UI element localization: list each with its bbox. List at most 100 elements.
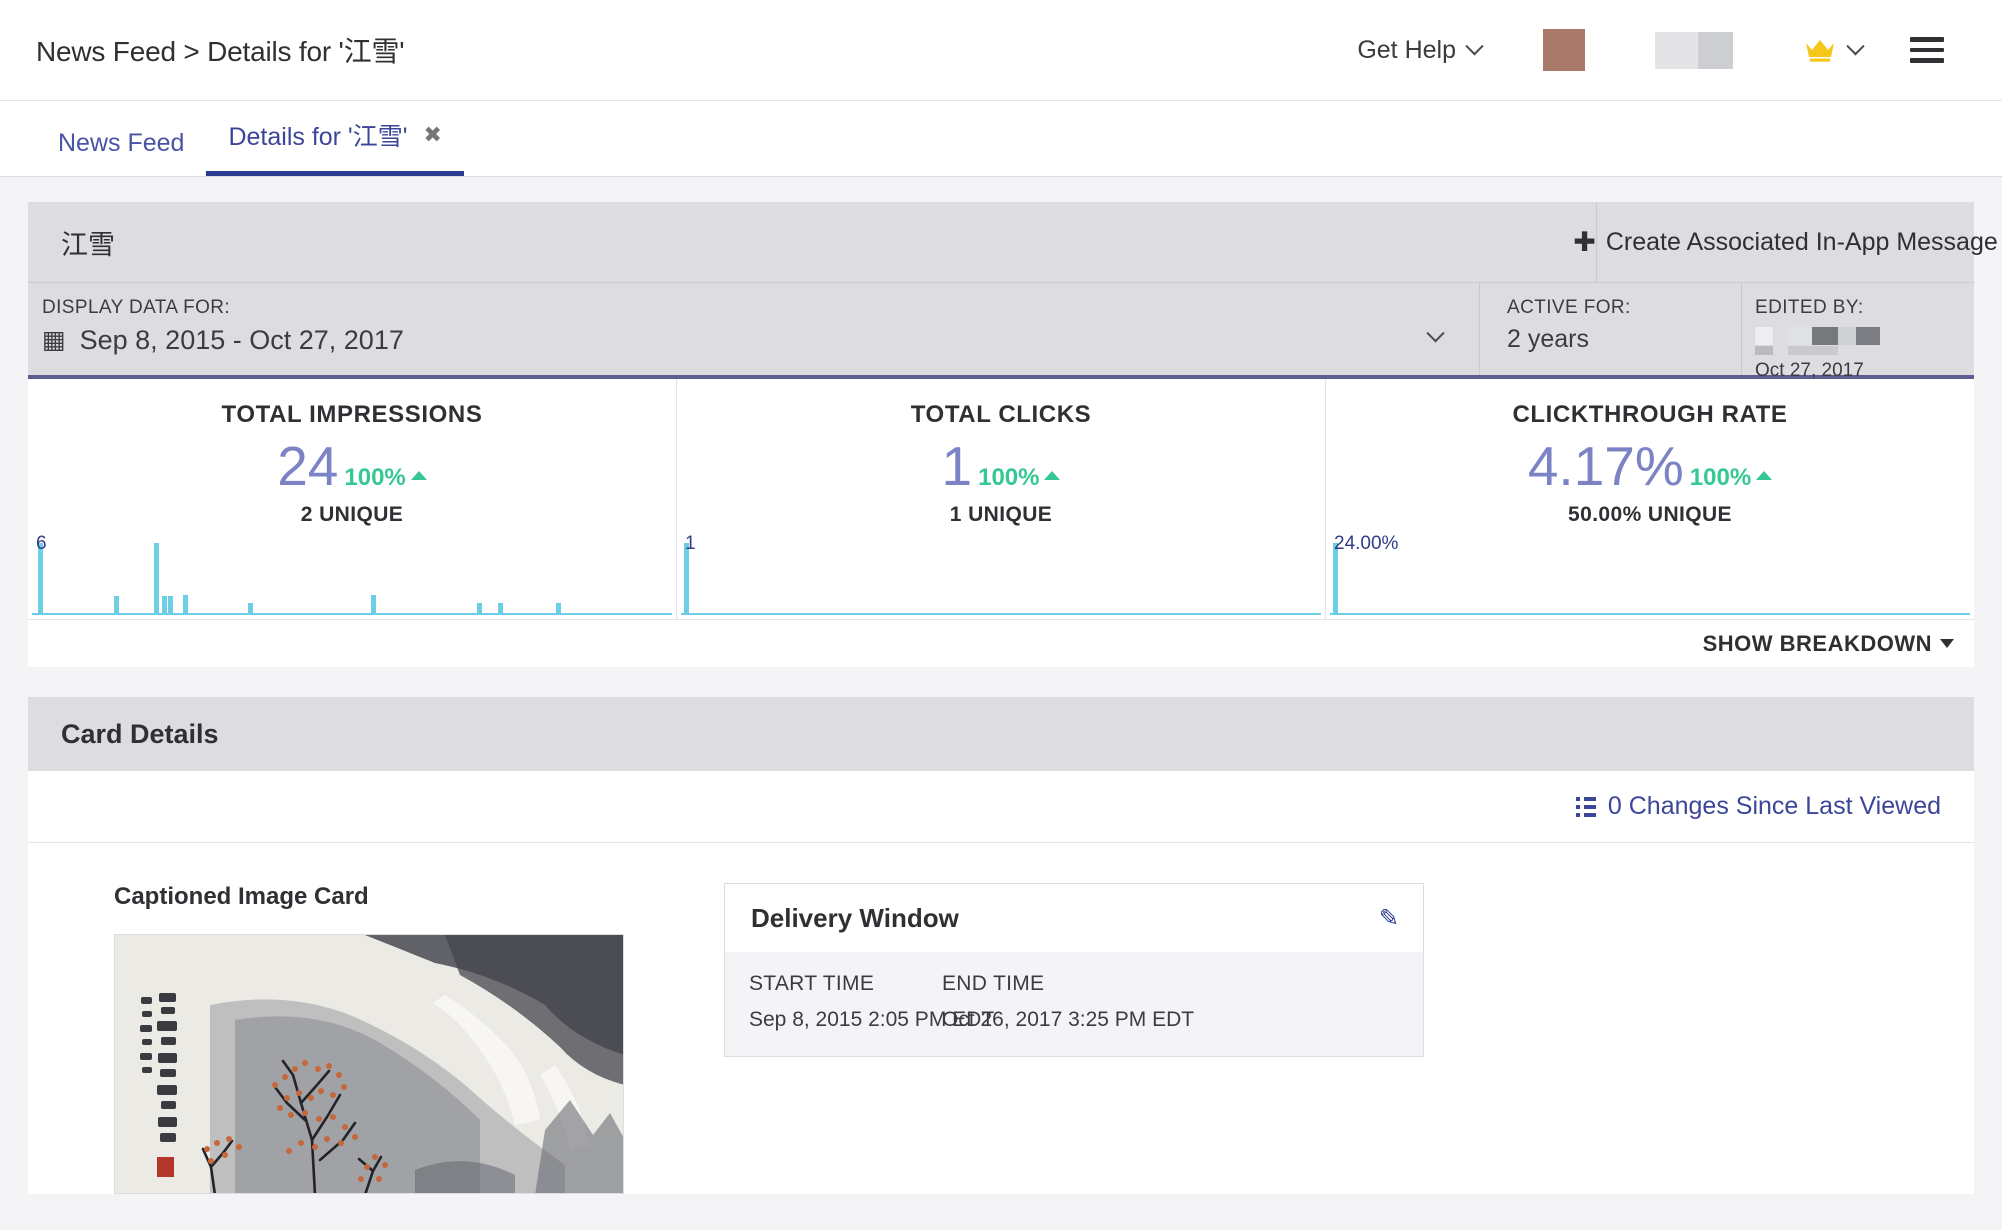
delivery-window-header: Delivery Window ✎ — [725, 884, 1423, 952]
edited-by-block: EDITED BY: Oct 27, 2017 — [1742, 283, 1974, 381]
metric-subtext: 2 UNIQUE — [300, 503, 404, 526]
page-body: 江雪 ✚ Create Associated In-App Message DI… — [0, 177, 2002, 1230]
calendar-icon: ▦ — [42, 326, 66, 354]
delivery-window-title: Delivery Window — [751, 902, 959, 933]
chevron-down-icon — [1846, 36, 1865, 55]
metric-total-clicks: TOTAL CLICKS 1 100% 1 UNIQUE — [677, 379, 1326, 531]
date-range-value: Sep 8, 2015 - Oct 27, 2017 — [79, 325, 404, 355]
card-type-label: Captioned Image Card — [114, 883, 369, 910]
plus-icon: ✚ — [1573, 226, 1596, 257]
active-for-block: ACTIVE FOR: 2 years — [1480, 283, 1742, 375]
show-breakdown-button[interactable]: SHOW BREAKDOWN — [1703, 631, 1954, 657]
metric-delta-value: 100% — [344, 464, 406, 491]
redacted-segment-2 — [1698, 31, 1733, 69]
close-icon[interactable]: ✖ — [423, 122, 441, 148]
metric-delta-value: 100% — [1689, 464, 1752, 491]
delivery-window-table: START TIME Sep 8, 2015 2:05 PM EDT END T… — [725, 952, 1423, 1056]
display-data-for-label: DISPLAY DATA FOR: — [42, 297, 231, 318]
caret-up-icon — [1756, 470, 1773, 480]
create-associated-label: Create Associated In-App Message — [1605, 227, 1998, 256]
sparkline-bar — [153, 543, 159, 615]
list-icon — [1575, 796, 1596, 817]
metrics-row: TOTAL IMPRESSIONS 24 100% 2 UNIQUE TOTAL… — [28, 379, 1974, 531]
card-details-body: Captioned Image Card Delivery Window ✎ S… — [28, 843, 1974, 1194]
hamburger-menu-icon[interactable] — [1910, 37, 1944, 63]
sparkline-ctr: 24.00% — [1326, 531, 1974, 619]
changes-since-last-viewed-link[interactable]: 0 Changes Since Last Viewed — [1575, 792, 1941, 821]
tab-label: News Feed — [58, 129, 185, 157]
redacted-editor-name — [1755, 327, 1905, 355]
hamburger-line — [1910, 47, 1944, 53]
sparkline-max-label: 1 — [685, 533, 696, 554]
redacted-segment-1 — [1655, 31, 1698, 69]
metric-delta-value: 100% — [978, 464, 1040, 491]
start-time-value: Sep 8, 2015 2:05 PM EDT — [749, 1008, 995, 1031]
metric-title: CLICKTHROUGH RATE — [1512, 401, 1788, 428]
edit-pencil-icon[interactable]: ✎ — [1379, 904, 1399, 933]
sparkline-axis — [1330, 613, 1970, 615]
sparkline-axis — [32, 613, 672, 615]
top-bar: News Feed > Details for '江雪' Get Help — [0, 0, 2002, 101]
card-details-heading: Card Details — [28, 697, 1974, 771]
metric-total-impressions: TOTAL IMPRESSIONS 24 100% 2 UNIQUE — [28, 379, 677, 531]
metric-value-row: 24 100% — [277, 439, 427, 494]
active-for-label: ACTIVE FOR: — [1507, 297, 1631, 318]
tab-bar: News Feed Details for '江雪' ✖ — [0, 101, 2002, 177]
date-range-selector[interactable]: DISPLAY DATA FOR: ▦ Sep 8, 2015 - Oct 27… — [28, 283, 1480, 375]
sparkline-clicks: 1 — [677, 531, 1326, 619]
sparkline-canvas — [32, 543, 672, 615]
panel-meta-row: DISPLAY DATA FOR: ▦ Sep 8, 2015 - Oct 27… — [28, 283, 1974, 381]
panel-header: 江雪 ✚ Create Associated In-App Message — [28, 202, 1998, 283]
analytics-panel: 江雪 ✚ Create Associated In-App Message DI… — [28, 202, 1998, 667]
end-time-column: END TIME Oct 26, 2017 3:25 PM EDT — [942, 972, 1242, 1032]
card-image-preview — [114, 934, 624, 1194]
delivery-window-box: Delivery Window ✎ START TIME Sep 8, 2015… — [724, 883, 1424, 1057]
caret-up-icon — [1044, 470, 1061, 480]
metric-value: 24 — [277, 435, 339, 497]
delivery-window-header-row: START TIME Sep 8, 2015 2:05 PM EDT END T… — [749, 972, 1423, 1032]
changes-link-label: 0 Changes Since Last Viewed — [1607, 792, 1941, 820]
end-time-label: END TIME — [942, 972, 1045, 995]
show-breakdown-label: SHOW BREAKDOWN — [1702, 630, 1932, 656]
redacted-avatar-block — [1543, 29, 1585, 71]
metric-title: TOTAL IMPRESSIONS — [221, 401, 483, 428]
start-time-column: START TIME Sep 8, 2015 2:05 PM EDT — [749, 972, 995, 1032]
breakdown-row: SHOW BREAKDOWN — [28, 619, 1974, 667]
start-time-label: START TIME — [749, 972, 875, 995]
metric-clickthrough-rate: CLICKTHROUGH RATE 4.17% 100% 50.00% UNIQ… — [1326, 379, 1974, 531]
chevron-down-icon — [1465, 36, 1484, 55]
metric-delta: 100% — [1689, 464, 1773, 492]
metric-value: 4.17% — [1527, 435, 1684, 497]
sparkline-impressions: 6 — [28, 531, 677, 619]
caret-up-icon — [410, 470, 427, 480]
date-range-value-group: ▦ Sep 8, 2015 - Oct 27, 2017 — [42, 325, 1479, 356]
sparkline-bar — [183, 594, 189, 615]
tab-details[interactable]: Details for '江雪' ✖ — [206, 117, 464, 176]
get-help-label: Get Help — [1357, 35, 1456, 64]
metric-delta: 100% — [978, 464, 1061, 492]
metric-title: TOTAL CLICKS — [910, 401, 1092, 428]
sparkline-canvas — [681, 543, 1321, 615]
active-for-value: 2 years — [1507, 325, 1589, 353]
metric-subtext: 1 UNIQUE — [949, 503, 1053, 526]
create-associated-in-app-message-button[interactable]: ✚ Create Associated In-App Message — [1573, 202, 1998, 282]
sparkline-axis — [681, 613, 1321, 615]
hamburger-line — [1910, 58, 1944, 63]
chinese-landscape-painting — [115, 935, 623, 1193]
metric-value-row: 1 100% — [942, 439, 1061, 494]
delivery-window-column: Delivery Window ✎ START TIME Sep 8, 2015… — [724, 883, 1424, 1194]
sparkline-canvas — [1330, 543, 1970, 615]
account-upgrade-menu[interactable] — [1805, 36, 1865, 62]
hamburger-line — [1910, 37, 1944, 42]
sparkline-max-label: 6 — [36, 533, 47, 554]
edited-by-label: EDITED BY: — [1755, 297, 1864, 318]
metric-subtext: 50.00% UNIQUE — [1568, 503, 1732, 526]
tab-news-feed[interactable]: News Feed — [36, 129, 206, 176]
end-time-value: Oct 26, 2017 3:25 PM EDT — [942, 1008, 1195, 1031]
sparkline-row: 6 1 24.00% — [28, 531, 1974, 619]
card-details-panel: Card Details 0 Changes Since Last Viewed… — [28, 697, 1974, 1194]
metric-value-row: 4.17% 100% — [1527, 435, 1773, 497]
breadcrumb: News Feed > Details for '江雪' — [36, 36, 405, 67]
changes-row: 0 Changes Since Last Viewed — [28, 771, 1974, 843]
get-help-menu[interactable]: Get Help — [1357, 35, 1484, 65]
